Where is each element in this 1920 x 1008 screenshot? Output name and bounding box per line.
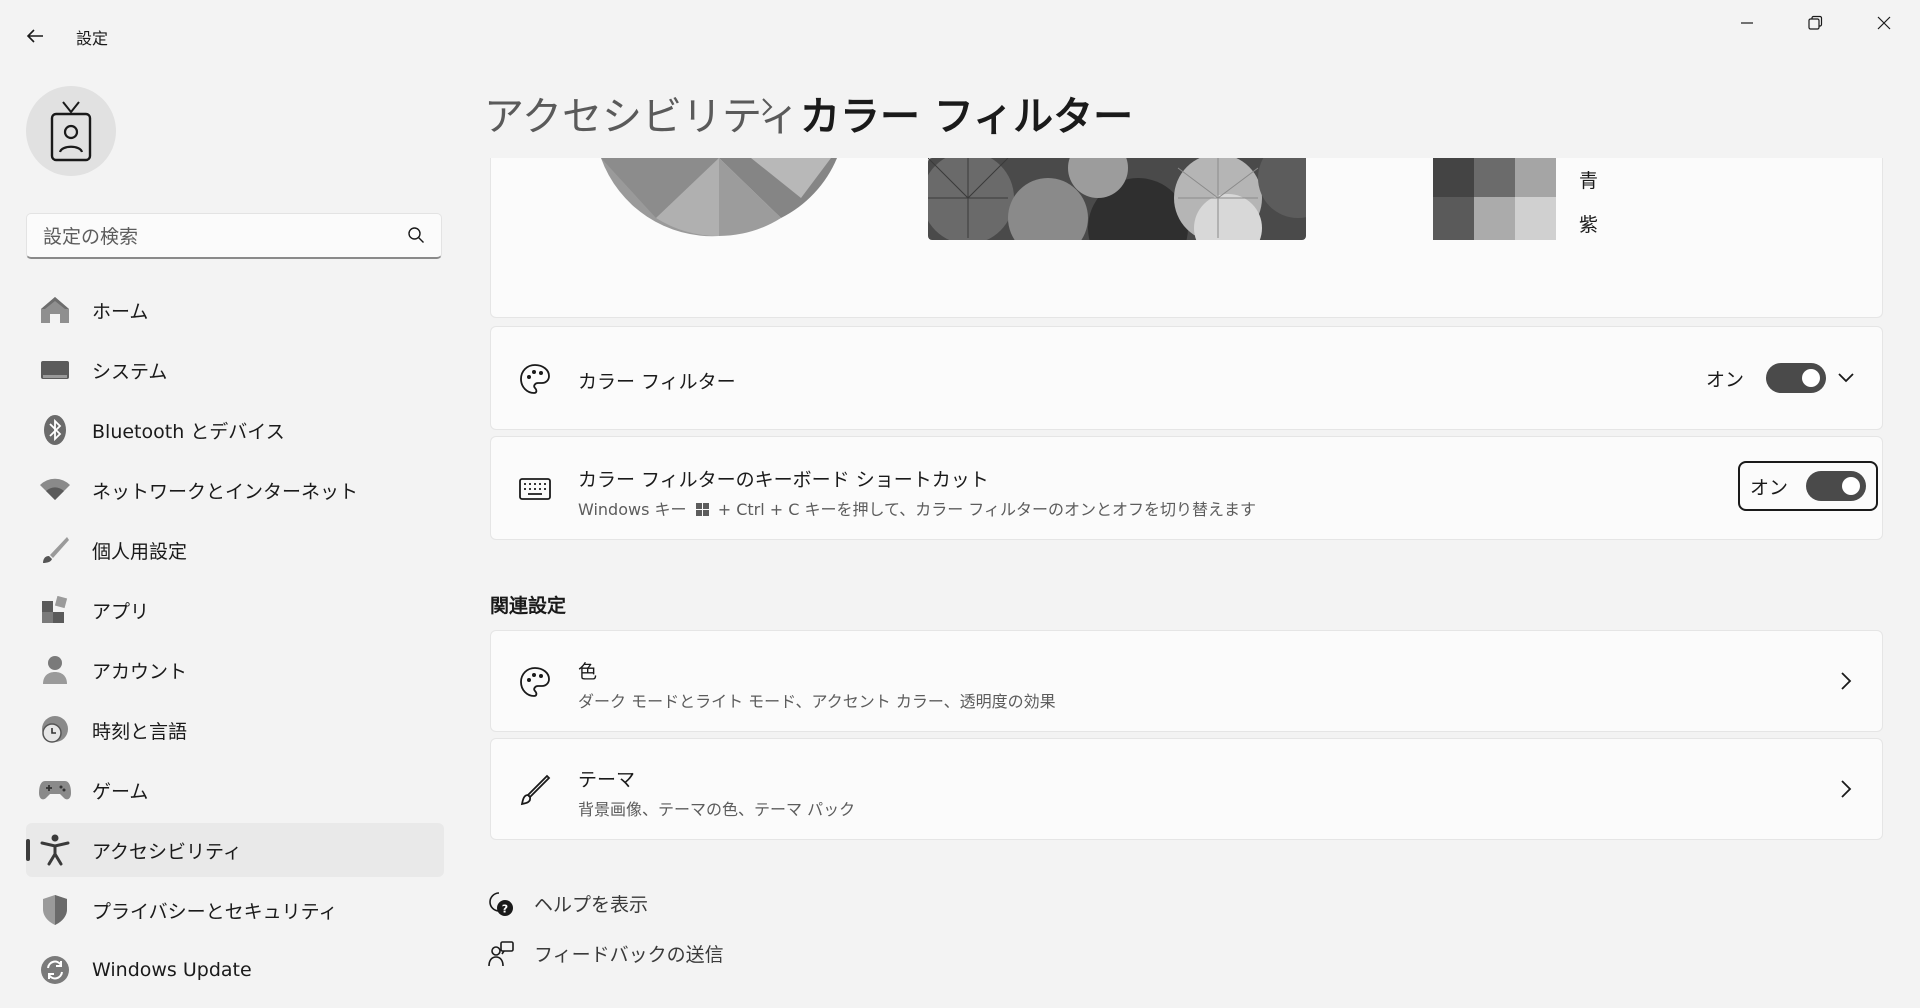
- sidebar-item-label: Windows Update: [92, 959, 252, 981]
- color-filter-title: カラー フィルター: [578, 371, 736, 393]
- restore-icon: [1808, 15, 1823, 30]
- home-icon: [38, 293, 72, 327]
- shortcut-toggle-group: オン: [1738, 461, 1879, 511]
- sidebar-item-bluetooth[interactable]: Bluetooth とデバイス: [26, 403, 444, 457]
- color-filter-toggle-group: オン: [1706, 363, 1827, 393]
- search-box[interactable]: [26, 213, 442, 260]
- related-item-colors[interactable]: 色 ダーク モードとライト モード、アクセント カラー、透明度の効果: [490, 630, 1883, 732]
- time-language-icon: [38, 713, 72, 747]
- restore-button[interactable]: [1781, 0, 1849, 46]
- toggle-knob: [1802, 369, 1821, 387]
- chevron-right-icon: [1840, 779, 1852, 803]
- sidebar-item-apps[interactable]: アプリ: [26, 583, 444, 637]
- keyboard-icon: [517, 471, 553, 507]
- app-title: 設定: [76, 29, 109, 48]
- chevron-down-icon[interactable]: [1837, 369, 1855, 388]
- feedback-icon: [488, 940, 514, 966]
- minimize-button[interactable]: [1713, 0, 1781, 46]
- shortcut-subtitle-end: + Ctrl + C キーを押して、カラー フィルターのオンとオフを切り替えます: [717, 500, 1256, 519]
- sidebar-item-label: プライバシーとセキュリティ: [92, 900, 338, 923]
- color-filter-row[interactable]: カラー フィルター オン: [490, 326, 1883, 430]
- wifi-icon: [38, 473, 72, 507]
- back-arrow-icon: [26, 29, 43, 43]
- related-item-themes[interactable]: テーマ 背景画像、テーマの色、テーマ パック: [490, 738, 1883, 840]
- brush-icon: [38, 533, 72, 567]
- related-item-subtitle: ダーク モードとライト モード、アクセント カラー、透明度の効果: [578, 692, 1056, 711]
- palette-icon: [517, 664, 553, 700]
- toggle-state-label: オン: [1750, 476, 1789, 499]
- palette-icon: [517, 361, 553, 397]
- color-wheel-preview: [601, 158, 837, 237]
- sidebar-item-label: ネットワークとインターネット: [92, 480, 359, 503]
- sidebar-item-windows-update[interactable]: Windows Update: [26, 943, 444, 997]
- chevron-right-icon: [1840, 671, 1852, 695]
- sidebar-nav: ホーム システム Bluetooth とデバイス ネットワークとインターネット …: [26, 283, 444, 1003]
- help-icon: ?: [489, 891, 513, 916]
- pen-icon: [517, 772, 553, 808]
- color-filter-preview: 青 紫: [490, 158, 1883, 318]
- sidebar-item-gaming[interactable]: ゲーム: [26, 763, 444, 817]
- avatar[interactable]: [26, 86, 116, 176]
- sidebar-item-label: ゲーム: [92, 780, 149, 803]
- active-indicator: [26, 839, 30, 861]
- related-settings-heading: 関連設定: [490, 595, 567, 617]
- related-item-title: 色: [578, 661, 598, 683]
- sidebar-item-accessibility[interactable]: アクセシビリティ: [26, 823, 444, 877]
- help-link[interactable]: ? ヘルプを表示: [488, 890, 648, 917]
- sidebar-item-label: Bluetooth とデバイス: [92, 420, 285, 443]
- sidebar-item-label: アカウント: [92, 660, 188, 683]
- windows-logo-icon: [695, 503, 709, 516]
- sidebar-item-personalization[interactable]: 個人用設定: [26, 523, 444, 577]
- swatch-label-blue: 青: [1579, 170, 1599, 192]
- toggle-knob: [1842, 477, 1861, 495]
- system-icon: [38, 353, 72, 387]
- sidebar-item-label: ホーム: [92, 300, 149, 323]
- back-button[interactable]: [14, 18, 56, 54]
- search-input[interactable]: [41, 214, 385, 260]
- sidebar-item-network[interactable]: ネットワークとインターネット: [26, 463, 444, 517]
- color-filter-toggle[interactable]: [1766, 363, 1827, 393]
- sidebar-item-home[interactable]: ホーム: [26, 283, 444, 337]
- shortcut-subtitle-start: Windows キー: [578, 500, 687, 519]
- minimize-icon: [1741, 22, 1753, 24]
- page-title: カラー フィルター: [800, 94, 1134, 140]
- shortcut-subtitle: Windows キー + Ctrl + C キーを押して、カラー フィルターのオ…: [578, 496, 1256, 520]
- user-badge-icon: [50, 101, 92, 162]
- sidebar-item-label: 時刻と言語: [92, 720, 188, 743]
- sidebar-item-label: アクセシビリティ: [92, 840, 242, 863]
- update-icon: [38, 953, 72, 987]
- breadcrumb-parent[interactable]: アクセシビリティ: [484, 84, 800, 142]
- swatch-grid: [1433, 158, 1556, 240]
- close-button[interactable]: [1850, 0, 1918, 46]
- sidebar-item-label: システム: [92, 360, 168, 383]
- close-icon: [1877, 16, 1891, 30]
- photo-preview: [928, 158, 1306, 240]
- apps-icon: [38, 593, 72, 627]
- sidebar-item-system[interactable]: システム: [26, 343, 444, 397]
- search-icon[interactable]: [407, 226, 425, 244]
- account-icon: [38, 653, 72, 687]
- svg-text:?: ?: [502, 902, 508, 915]
- accessibility-icon: [38, 833, 72, 867]
- sidebar-item-time-language[interactable]: 時刻と言語: [26, 703, 444, 757]
- breadcrumb-separator-icon: [760, 96, 774, 122]
- shortcut-toggle[interactable]: [1806, 471, 1867, 501]
- keyboard-shortcut-row: カラー フィルターのキーボード ショートカット Windows キー + Ctr…: [490, 436, 1883, 540]
- sidebar-item-label: 個人用設定: [92, 540, 188, 563]
- bluetooth-icon: [38, 413, 72, 447]
- shield-icon: [38, 893, 72, 927]
- sidebar-item-label: アプリ: [92, 600, 150, 623]
- swatch-label-purple: 紫: [1579, 214, 1599, 236]
- related-item-subtitle: 背景画像、テーマの色、テーマ パック: [578, 800, 856, 819]
- sidebar-item-privacy[interactable]: プライバシーとセキュリティ: [26, 883, 444, 937]
- sidebar-item-accounts[interactable]: アカウント: [26, 643, 444, 697]
- help-link-label: ヘルプを表示: [534, 894, 649, 916]
- toggle-state-label: オン: [1706, 368, 1745, 391]
- gamepad-icon: [38, 773, 72, 807]
- feedback-link-label: フィードバックの送信: [534, 944, 724, 966]
- related-item-title: テーマ: [578, 769, 636, 791]
- feedback-link[interactable]: フィードバックの送信: [488, 940, 724, 967]
- shortcut-title: カラー フィルターのキーボード ショートカット: [578, 469, 989, 491]
